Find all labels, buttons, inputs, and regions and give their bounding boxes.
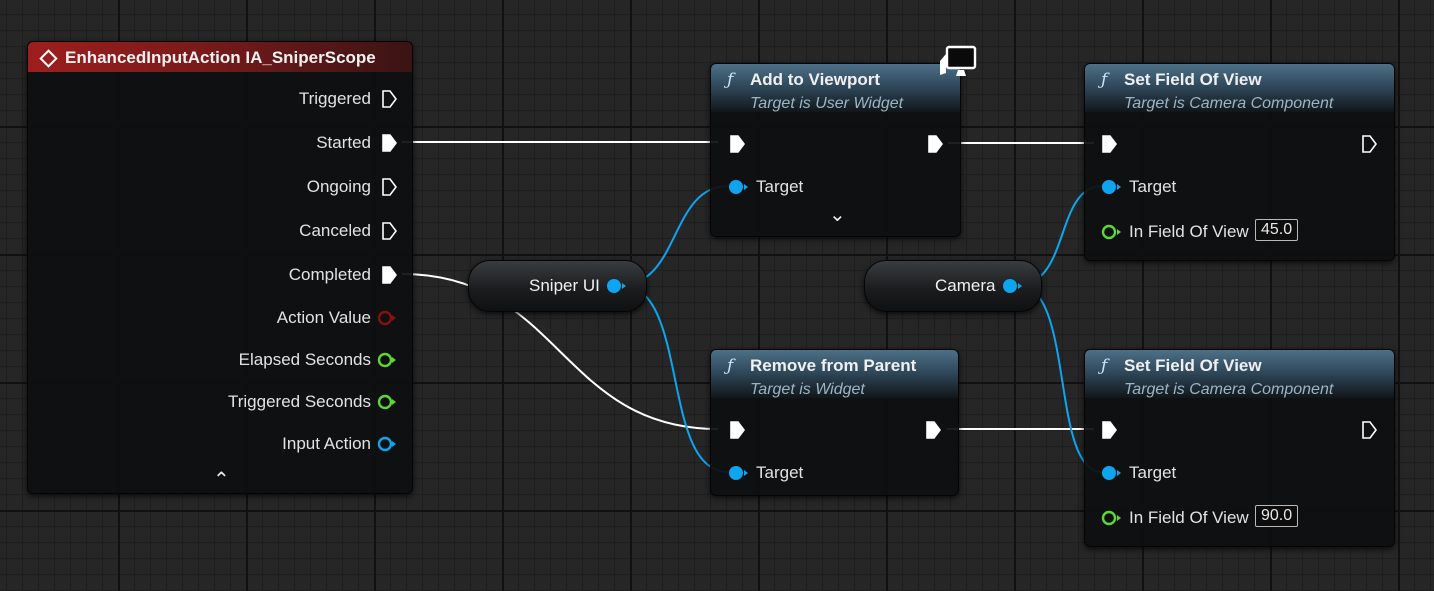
pin-row-elapsed-seconds: Elapsed Seconds	[97, 348, 397, 372]
pin-label-canceled: Canceled	[299, 221, 371, 240]
pin-label-target: Target	[756, 463, 804, 482]
variable-label-camera: Camera	[935, 276, 996, 295]
object-pin-icon[interactable]	[1100, 464, 1122, 482]
node-subtitle: Target is User Widget	[750, 95, 904, 112]
node-header-set-fov-bottom[interactable]: ƒ Set Field Of View Target is Camera Com…	[1085, 350, 1394, 398]
pin-row-canceled: Canceled	[97, 219, 397, 243]
exec-out-pin-icon[interactable]	[927, 135, 943, 153]
exec-pin-icon[interactable]	[381, 266, 397, 284]
pin-row-completed: Completed	[97, 263, 397, 287]
pin-label-in-field-of-view: In Field Of View	[1129, 222, 1249, 241]
exec-out-pin-icon[interactable]	[1361, 421, 1377, 439]
pin-row-triggered-seconds: Triggered Seconds	[97, 390, 397, 414]
node-title: Add to Viewport	[750, 70, 881, 89]
function-icon: ƒ	[1101, 356, 1108, 376]
pin-label-input-action: Input Action	[282, 434, 371, 453]
object-pin-icon[interactable]	[727, 464, 749, 482]
float-pin-icon[interactable]	[1100, 223, 1122, 241]
float-pin-icon[interactable]	[1100, 509, 1122, 527]
node-header-set-fov-top[interactable]: ƒ Set Field Of View Target is Camera Com…	[1085, 64, 1394, 112]
node-remove-from-parent[interactable]: ƒ Remove from Parent Target is Widget Ta…	[710, 349, 959, 496]
event-node-ia-sniperscope[interactable]: EnhancedInputAction IA_SniperScope Trigg…	[27, 41, 413, 494]
node-set-field-of-view-top[interactable]: ƒ Set Field Of View Target is Camera Com…	[1084, 63, 1395, 261]
node-set-field-of-view-bottom[interactable]: ƒ Set Field Of View Target is Camera Com…	[1084, 349, 1395, 547]
pin-label-action-value: Action Value	[276, 308, 371, 327]
node-subtitle: Target is Widget	[750, 381, 865, 398]
pin-label-started: Started	[316, 133, 371, 152]
pin-label-completed: Completed	[288, 265, 371, 284]
exec-pin-icon[interactable]	[381, 134, 397, 152]
exec-pin-icon[interactable]	[381, 222, 397, 240]
fov-value-input[interactable]: 45.0	[1255, 219, 1299, 241]
exec-out-pin-icon[interactable]	[1361, 135, 1377, 153]
pin-row-triggered: Triggered	[97, 87, 397, 111]
event-node-title: EnhancedInputAction IA_SniperScope	[65, 48, 376, 67]
float-pin-icon[interactable]	[377, 393, 397, 411]
pin-label-in-field-of-view: In Field Of View	[1129, 508, 1249, 527]
fov-value-input[interactable]: 90.0	[1255, 505, 1299, 527]
function-icon: ƒ	[1101, 70, 1108, 90]
node-subtitle: Target is Camera Component	[1124, 95, 1334, 112]
pin-label-target: Target	[756, 177, 804, 196]
pin-label-elapsed-seconds: Elapsed Seconds	[238, 350, 371, 369]
node-add-to-viewport[interactable]: ƒ Add to Viewport Target is User Widget …	[710, 63, 961, 237]
pin-row-input-action: Input Action	[97, 432, 397, 456]
pin-label-target: Target	[1129, 463, 1177, 482]
pin-row-action-value: Action Value	[97, 306, 397, 330]
node-title: Remove from Parent	[750, 356, 917, 375]
pin-label-triggered-seconds: Triggered Seconds	[227, 392, 371, 411]
node-header-add-to-viewport[interactable]: ƒ Add to Viewport Target is User Widget	[711, 64, 960, 112]
exec-in-pin-icon[interactable]	[729, 135, 745, 153]
pin-label-triggered: Triggered	[298, 89, 371, 108]
exec-in-pin-icon[interactable]	[1101, 135, 1117, 153]
pin-label-ongoing: Ongoing	[306, 177, 371, 196]
exec-in-pin-icon[interactable]	[729, 421, 745, 439]
pin-label-target: Target	[1129, 177, 1177, 196]
exec-pin-icon[interactable]	[381, 178, 397, 196]
object-pin-icon[interactable]	[1100, 178, 1122, 196]
function-icon: ƒ	[727, 70, 734, 90]
object-pin-icon[interactable]	[605, 277, 627, 295]
expand-chevron-icon[interactable]: ⌄	[829, 202, 846, 227]
node-title: Set Field Of View	[1124, 356, 1262, 375]
object-pin-icon[interactable]	[1001, 277, 1023, 295]
variable-node-camera[interactable]: Camera	[864, 260, 1042, 312]
variable-node-sniper-ui[interactable]: Sniper UI	[468, 260, 647, 312]
exec-pin-icon[interactable]	[381, 90, 397, 108]
struct-pin-icon[interactable]	[377, 309, 397, 327]
object-pin-icon[interactable]	[377, 435, 397, 453]
event-diamond-icon	[39, 49, 58, 68]
collapse-chevron-icon[interactable]: ⌃	[213, 467, 230, 492]
widget-monitor-icon	[940, 45, 977, 76]
node-title: Set Field Of View	[1124, 70, 1262, 89]
object-pin-icon[interactable]	[727, 178, 749, 196]
float-pin-icon[interactable]	[377, 351, 397, 369]
pin-row-started: Started	[97, 131, 397, 155]
exec-out-pin-icon[interactable]	[925, 421, 941, 439]
node-header-remove-from-parent[interactable]: ƒ Remove from Parent Target is Widget	[711, 350, 958, 398]
function-icon: ƒ	[727, 356, 734, 376]
event-node-header[interactable]: EnhancedInputAction IA_SniperScope	[28, 42, 412, 72]
exec-in-pin-icon[interactable]	[1101, 421, 1117, 439]
pin-row-ongoing: Ongoing	[97, 175, 397, 199]
node-subtitle: Target is Camera Component	[1124, 381, 1334, 398]
variable-label-sniper-ui: Sniper UI	[529, 276, 600, 295]
